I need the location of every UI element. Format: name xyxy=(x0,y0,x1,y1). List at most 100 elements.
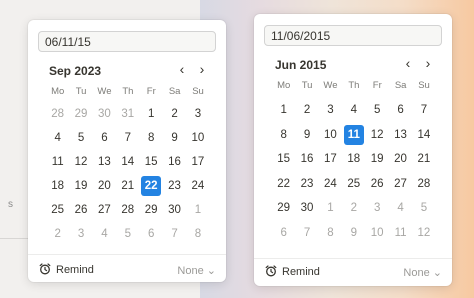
day-cell[interactable]: 8 xyxy=(188,224,208,244)
day-cell[interactable]: 28 xyxy=(118,200,138,220)
day-cell[interactable]: 14 xyxy=(118,152,138,172)
day-cell[interactable]: 8 xyxy=(141,128,161,148)
calendar-header: Sep 2023 ‹ › xyxy=(38,62,216,80)
day-cell[interactable]: 4 xyxy=(94,224,114,244)
weekday-label: Su xyxy=(192,86,204,97)
day-cell[interactable]: 5 xyxy=(414,198,434,218)
day-cell[interactable]: 5 xyxy=(367,100,387,120)
selected-day-cell[interactable]: 11 xyxy=(343,124,364,145)
day-cell[interactable]: 1 xyxy=(188,200,208,220)
day-cell[interactable]: 26 xyxy=(71,200,91,220)
day-cell[interactable]: 7 xyxy=(165,224,185,244)
day-cell[interactable]: 1 xyxy=(274,100,294,120)
selected-day-cell[interactable]: 22 xyxy=(141,176,162,196)
day-cell[interactable]: 12 xyxy=(367,125,387,145)
day-cell[interactable]: 7 xyxy=(297,223,317,243)
day-cell[interactable]: 25 xyxy=(344,174,364,194)
day-cell[interactable]: 28 xyxy=(414,174,434,194)
divider xyxy=(28,254,226,255)
day-cell[interactable]: 3 xyxy=(188,104,208,124)
day-cell[interactable]: 30 xyxy=(165,200,185,220)
date-input[interactable]: 06/11/15 xyxy=(38,31,216,52)
day-cell[interactable]: 29 xyxy=(141,200,161,220)
day-cell[interactable]: 18 xyxy=(344,149,364,169)
day-cell[interactable]: 27 xyxy=(94,200,114,220)
day-cell[interactable]: 31 xyxy=(118,104,138,124)
day-cell[interactable]: 5 xyxy=(71,128,91,148)
day-cell[interactable]: 24 xyxy=(320,174,340,194)
day-cell[interactable]: 29 xyxy=(274,198,294,218)
day-cell[interactable]: 1 xyxy=(141,104,161,124)
day-cell[interactable]: 29 xyxy=(71,104,91,124)
day-cell[interactable]: 20 xyxy=(94,176,114,196)
day-cell[interactable]: 26 xyxy=(367,174,387,194)
day-cell[interactable]: 9 xyxy=(344,223,364,243)
weekday-label: Mo xyxy=(277,80,291,91)
day-cell[interactable]: 15 xyxy=(141,152,161,172)
day-cell[interactable]: 3 xyxy=(367,198,387,218)
remind-row[interactable]: Remind None ⌄ xyxy=(264,264,442,282)
day-cell[interactable]: 20 xyxy=(391,149,411,169)
day-cell[interactable]: 4 xyxy=(391,198,411,218)
day-cell[interactable]: 1 xyxy=(320,198,340,218)
day-cell[interactable]: 6 xyxy=(94,128,114,148)
date-input[interactable]: 11/06/2015 xyxy=(264,25,442,46)
day-cell[interactable]: 21 xyxy=(118,176,138,196)
day-cell[interactable]: 8 xyxy=(320,223,340,243)
day-cell[interactable]: 6 xyxy=(391,100,411,120)
day-cell[interactable]: 13 xyxy=(391,125,411,145)
day-cell[interactable]: 30 xyxy=(94,104,114,124)
day-cell[interactable]: 25 xyxy=(48,200,68,220)
day-cell[interactable]: 2 xyxy=(165,104,185,124)
remind-dropdown[interactable]: None ⌄ xyxy=(177,264,216,277)
remind-label: Remind xyxy=(56,264,94,276)
day-cell[interactable]: 2 xyxy=(48,224,68,244)
day-cell[interactable]: 28 xyxy=(48,104,68,124)
chevron-right-icon[interactable]: › xyxy=(420,56,436,72)
day-cell[interactable]: 2 xyxy=(344,198,364,218)
day-cell[interactable]: 23 xyxy=(165,176,185,196)
day-cell[interactable]: 3 xyxy=(71,224,91,244)
weekday-label: Mo xyxy=(51,86,65,97)
day-cell[interactable]: 17 xyxy=(320,149,340,169)
day-cell[interactable]: 10 xyxy=(188,128,208,148)
day-cell[interactable]: 23 xyxy=(297,174,317,194)
day-cell[interactable]: 11 xyxy=(391,223,411,243)
day-cell[interactable]: 2 xyxy=(297,100,317,120)
day-cell[interactable]: 4 xyxy=(48,128,68,148)
day-cell[interactable]: 10 xyxy=(320,125,340,145)
day-cell[interactable]: 8 xyxy=(274,125,294,145)
day-cell[interactable]: 13 xyxy=(94,152,114,172)
day-cell[interactable]: 15 xyxy=(274,149,294,169)
day-cell[interactable]: 11 xyxy=(48,152,68,172)
chevron-left-icon[interactable]: ‹ xyxy=(174,62,190,78)
remind-dropdown[interactable]: None ⌄ xyxy=(403,266,442,279)
day-cell[interactable]: 14 xyxy=(414,125,434,145)
day-cell[interactable]: 24 xyxy=(188,176,208,196)
chevron-right-icon[interactable]: › xyxy=(194,62,210,78)
day-cell[interactable]: 5 xyxy=(118,224,138,244)
remind-row[interactable]: Remind None ⌄ xyxy=(38,262,216,280)
day-cell[interactable]: 12 xyxy=(414,223,434,243)
day-cell[interactable]: 18 xyxy=(48,176,68,196)
day-cell[interactable]: 16 xyxy=(165,152,185,172)
day-cell[interactable]: 19 xyxy=(367,149,387,169)
day-cell[interactable]: 22 xyxy=(274,174,294,194)
day-cell[interactable]: 30 xyxy=(297,198,317,218)
day-cell[interactable]: 27 xyxy=(391,174,411,194)
day-cell[interactable]: 3 xyxy=(320,100,340,120)
day-cell[interactable]: 9 xyxy=(165,128,185,148)
day-cell[interactable]: 17 xyxy=(188,152,208,172)
day-cell[interactable]: 21 xyxy=(414,149,434,169)
day-cell[interactable]: 4 xyxy=(344,100,364,120)
day-cell[interactable]: 12 xyxy=(71,152,91,172)
day-cell[interactable]: 9 xyxy=(297,125,317,145)
day-cell[interactable]: 6 xyxy=(274,223,294,243)
day-cell[interactable]: 16 xyxy=(297,149,317,169)
day-cell[interactable]: 6 xyxy=(141,224,161,244)
day-cell[interactable]: 7 xyxy=(118,128,138,148)
chevron-left-icon[interactable]: ‹ xyxy=(400,56,416,72)
day-cell[interactable]: 10 xyxy=(367,223,387,243)
day-cell[interactable]: 19 xyxy=(71,176,91,196)
day-cell[interactable]: 7 xyxy=(414,100,434,120)
